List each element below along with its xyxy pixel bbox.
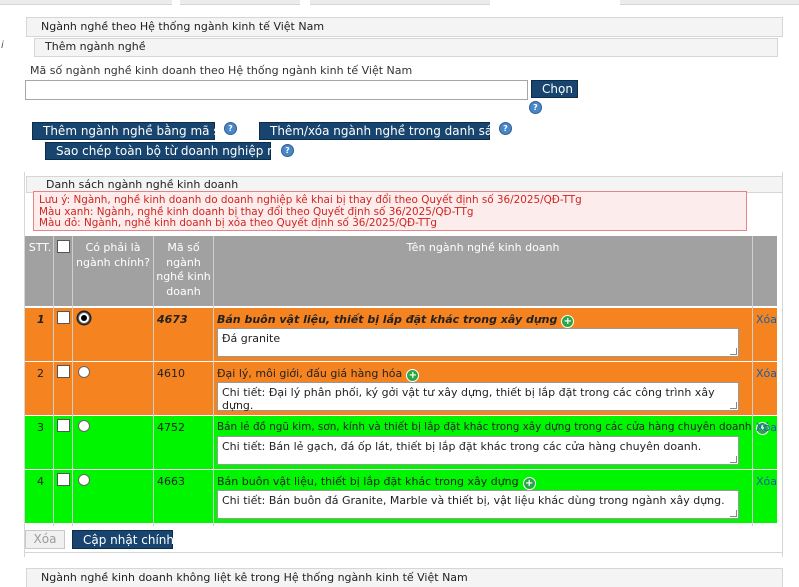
row-delete-link[interactable]: Xóa	[756, 475, 777, 488]
row-delete-link[interactable]: Xóa	[756, 313, 777, 326]
row-code: 4610	[157, 367, 185, 380]
row-name: Bán buôn vật liệu, thiết bị lắp đặt khác…	[217, 313, 575, 328]
list-section-title: Danh sách ngành nghề kinh doanh	[46, 178, 239, 191]
main-radio[interactable]	[78, 312, 90, 324]
note-line: Màu đỏ: Ngành, nghề kinh doanh bị xóa th…	[39, 217, 437, 229]
row-code: 4752	[157, 421, 185, 434]
panel-bottom-border	[24, 552, 783, 553]
row-stt: 1	[37, 313, 45, 326]
panel-frame-right	[782, 172, 783, 557]
row-stt: 2	[37, 367, 44, 380]
row-detail[interactable]: Chi tiết: Bán buôn đá Granite, Marble và…	[217, 490, 739, 519]
row-name: Bán buôn vật liệu, thiết bị lắp đặt khác…	[217, 475, 536, 490]
code-input[interactable]	[25, 80, 528, 100]
code-field-label: Mã số ngành nghề kinh doanh theo Hệ thốn…	[30, 64, 413, 77]
main-radio[interactable]	[78, 474, 90, 486]
row-code: 4673	[157, 313, 188, 326]
row-name: Đại lý, môi giới, đấu giá hàng hóa +	[217, 367, 420, 382]
top-strip	[0, 0, 799, 6]
business-lines-table: STT. Có phải là ngành chính? Mã số ngành…	[25, 236, 777, 526]
row-checkbox[interactable]	[57, 365, 70, 378]
notes-box: Lưu ý: Ngành, nghề kinh doanh do doanh n…	[33, 191, 747, 231]
help-icon[interactable]: ?	[224, 122, 237, 135]
row-detail[interactable]: Chi tiết: Bán lẻ gạch, đá ốp lát, thiết …	[217, 436, 739, 465]
row-detail[interactable]: Chi tiết: Đại lý phân phối, ký gởi vật t…	[217, 382, 739, 412]
select-all-checkbox[interactable]	[57, 240, 70, 253]
add-section-header: Thêm ngành nghề	[34, 38, 778, 57]
bottom-panel-title: Ngành nghề kinh doanh không liệt kê tron…	[41, 571, 468, 584]
main-radio[interactable]	[78, 420, 90, 432]
row-detail[interactable]: Đá granite	[217, 328, 739, 357]
row-name: Bán lẻ đồ ngũ kim, sơn, kính và thiết bị…	[217, 421, 769, 435]
delete-button[interactable]: Xóa	[25, 530, 65, 549]
header-stt: STT.	[28, 241, 52, 254]
row-code: 4663	[157, 475, 185, 488]
help-icon[interactable]: ?	[529, 101, 542, 114]
header-is-main: Có phải là ngành chính?	[76, 241, 150, 269]
row-checkbox[interactable]	[57, 311, 70, 324]
add-remove-list-button[interactable]: Thêm/xóa ngành nghề trong danh sách	[259, 122, 506, 140]
main-radio[interactable]	[78, 366, 90, 378]
row-stt: 3	[37, 421, 44, 434]
choose-button[interactable]: Chọn	[531, 80, 578, 98]
copy-parent-button[interactable]: Sao chép toàn bộ từ doanh nghiệp mẹ	[45, 142, 286, 160]
panel-header: Ngành nghề theo Hệ thống ngành kinh tế V…	[26, 17, 783, 37]
row-checkbox[interactable]	[57, 419, 70, 432]
help-icon[interactable]: ?	[499, 122, 512, 135]
add-detail-icon[interactable]: +	[406, 369, 420, 382]
panel-title: Ngành nghề theo Hệ thống ngành kinh tế V…	[41, 20, 325, 33]
add-detail-icon[interactable]: +	[561, 315, 575, 328]
add-by-code-button[interactable]: Thêm ngành nghề bằng mã số	[32, 122, 227, 140]
row-delete-link[interactable]: Xóa	[756, 367, 777, 380]
row-delete-link[interactable]: Xóa	[756, 421, 777, 434]
left-marker: i	[1, 40, 4, 51]
header-code: Mã số ngành nghề kinh doanh	[156, 241, 211, 298]
add-detail-icon[interactable]: +	[522, 477, 536, 490]
note-line: Lưu ý: Ngành, nghề kinh doanh do doanh n…	[39, 194, 582, 206]
help-icon[interactable]: ?	[281, 144, 294, 157]
row-stt: 4	[37, 475, 44, 488]
header-name: Tên ngành nghề kinh doanh	[406, 241, 560, 254]
bottom-panel-header: Ngành nghề kinh doanh không liệt kê tron…	[26, 568, 783, 587]
add-section-title: Thêm ngành nghề	[45, 40, 146, 53]
row-checkbox[interactable]	[57, 473, 70, 486]
update-main-button[interactable]: Cập nhật chính	[72, 530, 174, 549]
